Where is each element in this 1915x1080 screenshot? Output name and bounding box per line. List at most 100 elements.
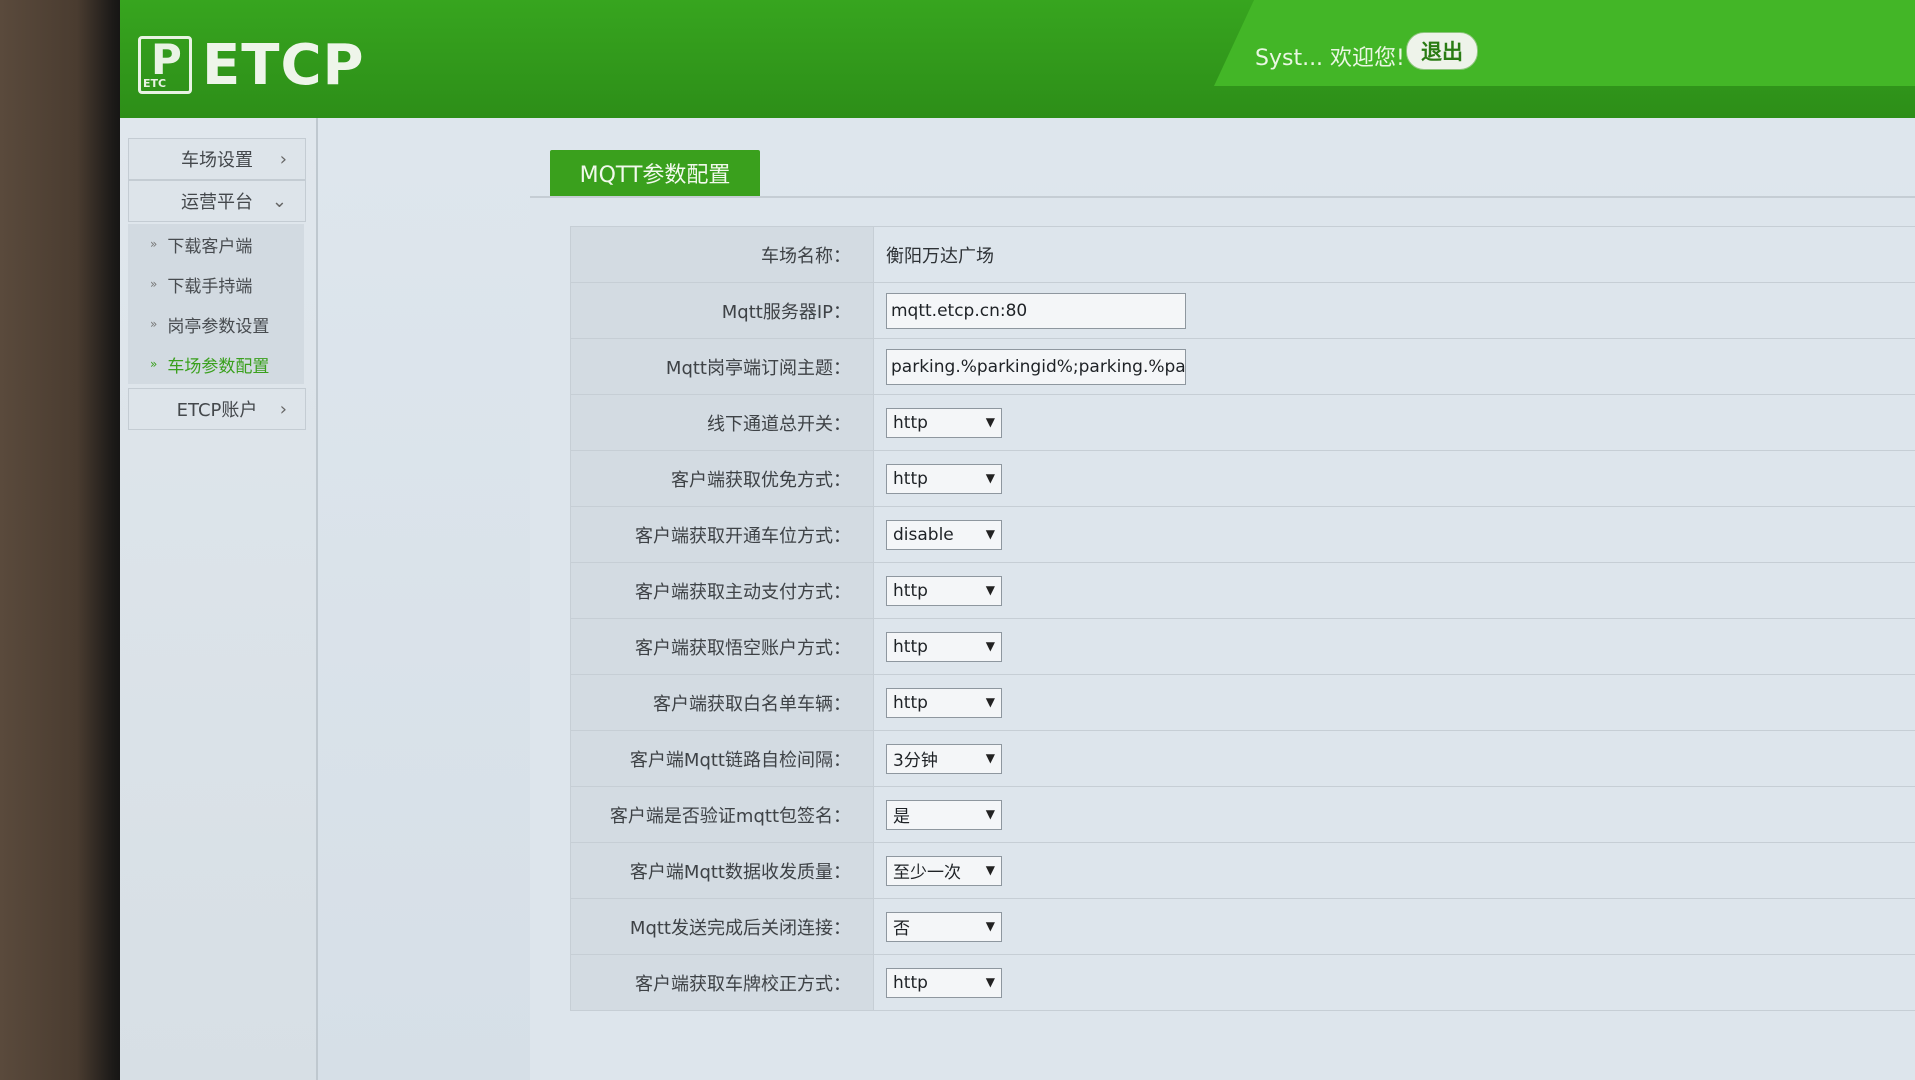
client-wukong-account-mode-label: 客户端获取悟空账户方式： [571, 619, 874, 674]
select-value: http [893, 580, 928, 601]
config-form: 车场名称： 衡阳万达广场 Mqtt服务器IP： mqtt.etcp.cn:80 Mqtt… [570, 226, 1915, 1011]
dropdown-caret-icon: ▼ [985, 470, 995, 485]
config-panel: 车场名称： 衡阳万达广场 Mqtt服务器IP： mqtt.etcp.cn:80 Mqtt… [530, 196, 1915, 1080]
select-value: http [893, 412, 928, 433]
dropdown-caret-icon: ▼ [985, 806, 995, 821]
client-open-space-mode-label: 客户端获取开通车位方式： [571, 507, 874, 562]
dropdown-caret-icon: ▼ [985, 918, 995, 933]
client-plate-correction-mode-value-cell: http ▼ [874, 955, 1915, 1010]
logout-button[interactable]: 退出 [1406, 32, 1478, 70]
monitor-bezel [0, 0, 128, 1080]
client-active-pay-mode-value-cell: http ▼ [874, 563, 1915, 618]
mqtt-close-after-send-value-cell: 否 ▼ [874, 899, 1915, 954]
parking-logo-icon: P ETC [138, 35, 192, 94]
offline-channel-switch-label: 线下通道总开关： [571, 395, 874, 450]
client-plate-correction-mode-label: 客户端获取车牌校正方式： [571, 955, 874, 1010]
dropdown-caret-icon: ▼ [985, 694, 995, 709]
client-verify-mqtt-signature-value-cell: 是 ▼ [874, 787, 1915, 842]
select-value: disable [893, 524, 954, 545]
form-row-client-plate-correction-mode: 客户端获取车牌校正方式： http ▼ [571, 955, 1915, 1010]
client-mqtt-selfcheck-interval-label: 客户端Mqtt链路自检间隔： [571, 731, 874, 786]
client-mqtt-qos-label: 客户端Mqtt数据收发质量： [571, 843, 874, 898]
form-row-mqtt-booth-topic: Mqtt岗亭端订阅主题： parking.%parkingid%;parking.… [571, 339, 1915, 395]
sidebar: 车场设置 › 运营平台 ⌄ » 下载客户端 » 下载手持端 » 岗亭参数设置 »… [120, 118, 318, 1080]
select-value: 否 [893, 919, 910, 939]
dropdown-caret-icon: ▼ [985, 638, 995, 653]
parking-name-text: 衡阳万达广场 [886, 245, 994, 267]
form-row-client-wukong-account-mode: 客户端获取悟空账户方式： http ▼ [571, 619, 1915, 675]
client-discount-mode-value-cell: http ▼ [874, 451, 1915, 506]
parking-name-label: 车场名称： [571, 227, 874, 282]
double-chevron-icon: » [150, 237, 158, 251]
form-row-mqtt-close-after-send: Mqtt发送完成后关闭连接：否 ▼ [571, 899, 1915, 955]
select-value: http [893, 692, 928, 713]
form-row-offline-channel-switch: 线下通道总开关： http ▼ [571, 395, 1915, 451]
select-value: 3分钟 [893, 751, 938, 771]
mqtt-booth-topic-input[interactable]: parking.%parkingid%;parking.%pai [886, 348, 1186, 385]
select-value: http [893, 636, 928, 657]
logo-badge: ETC [143, 77, 167, 90]
logo-text: ETCP [202, 32, 365, 98]
sidebar-item-download-client[interactable]: » 下载客户端 [128, 224, 304, 264]
form-row-client-whitelist-vehicles: 客户端获取白名单车辆： http ▼ [571, 675, 1915, 731]
top-header: P ETC ETCP Syst... 欢迎您! 退出 [120, 0, 1915, 118]
sidebar-group-etcp-account[interactable]: ETCP账户 › [128, 388, 306, 430]
chevron-down-icon: ⌄ [271, 190, 287, 212]
client-open-space-mode-value-cell: disable ▼ [874, 507, 1915, 562]
client-plate-correction-mode-select[interactable]: http ▼ [886, 967, 1002, 998]
client-mqtt-selfcheck-interval-select[interactable]: 3分钟 ▼ [886, 743, 1002, 774]
form-row-client-active-pay-mode: 客户端获取主动支付方式： http ▼ [571, 563, 1915, 619]
dropdown-caret-icon: ▼ [985, 862, 995, 877]
mqtt-server-ip-label: Mqtt服务器IP： [571, 283, 874, 338]
mqtt-close-after-send-select[interactable]: 否 ▼ [886, 911, 1002, 942]
dropdown-caret-icon: ▼ [985, 974, 995, 989]
etcp-logo: P ETC ETCP [138, 32, 365, 98]
dropdown-caret-icon: ▼ [985, 582, 995, 597]
client-whitelist-vehicles-value-cell: http ▼ [874, 675, 1915, 730]
mqtt-booth-topic-value-cell: parking.%parkingid%;parking.%pai [874, 339, 1915, 394]
form-row-mqtt-server-ip: Mqtt服务器IP： mqtt.etcp.cn:80 [571, 283, 1915, 339]
sidebar-group-label: 运营平台 [181, 192, 253, 213]
client-whitelist-vehicles-label: 客户端获取白名单车辆： [571, 675, 874, 730]
form-row-client-open-space-mode: 客户端获取开通车位方式： disable ▼ [571, 507, 1915, 563]
sidebar-group-label: 车场设置 [181, 150, 253, 171]
sidebar-item-download-handheld[interactable]: » 下载手持端 [128, 264, 304, 304]
offline-channel-switch-select[interactable]: http ▼ [886, 407, 1002, 438]
client-active-pay-mode-select[interactable]: http ▼ [886, 575, 1002, 606]
client-mqtt-selfcheck-interval-value-cell: 3分钟 ▼ [874, 731, 1915, 786]
select-value: 是 [893, 807, 910, 827]
client-mqtt-qos-select[interactable]: 至少一次 ▼ [886, 855, 1002, 886]
select-value: http [893, 972, 928, 993]
double-chevron-icon: » [150, 317, 158, 331]
form-row-client-mqtt-qos: 客户端Mqtt数据收发质量： 至少一次 ▼ [571, 843, 1915, 899]
sidebar-item-label: 下载手持端 [167, 276, 253, 297]
form-row-client-discount-mode: 客户端获取优免方式： http ▼ [571, 451, 1915, 507]
mqtt-server-ip-input[interactable]: mqtt.etcp.cn:80 [886, 292, 1186, 329]
double-chevron-icon: » [150, 357, 158, 371]
sidebar-item-booth-params[interactable]: » 岗亭参数设置 [128, 304, 304, 344]
sidebar-item-label: 下载客户端 [167, 236, 253, 257]
client-verify-mqtt-signature-label: 客户端是否验证mqtt包签名： [571, 787, 874, 842]
dropdown-caret-icon: ▼ [985, 526, 995, 541]
client-mqtt-qos-value-cell: 至少一次 ▼ [874, 843, 1915, 898]
client-whitelist-vehicles-select[interactable]: http ▼ [886, 687, 1002, 718]
sidebar-group-parking-settings[interactable]: 车场设置 › [128, 138, 306, 180]
panel-title-tab[interactable]: MQTT参数配置 [550, 150, 760, 196]
select-value: http [893, 468, 928, 489]
sidebar-item-parking-params[interactable]: » 车场参数配置 [128, 344, 304, 384]
sidebar-group-operation-platform[interactable]: 运营平台 ⌄ [128, 180, 306, 222]
offline-channel-switch-value-cell: http ▼ [874, 395, 1915, 450]
client-verify-mqtt-signature-select[interactable]: 是 ▼ [886, 799, 1002, 830]
client-open-space-mode-select[interactable]: disable ▼ [886, 519, 1002, 550]
sidebar-group-label: ETCP账户 [176, 400, 258, 421]
client-wukong-account-mode-select[interactable]: http ▼ [886, 631, 1002, 662]
mqtt-server-ip-value-cell: mqtt.etcp.cn:80 [874, 283, 1915, 338]
chevron-right-icon: › [279, 148, 287, 170]
mqtt-close-after-send-label: Mqtt发送完成后关闭连接： [571, 899, 874, 954]
client-discount-mode-select[interactable]: http ▼ [886, 463, 1002, 494]
form-row-client-mqtt-selfcheck-interval: 客户端Mqtt链路自检间隔： 3分钟 ▼ [571, 731, 1915, 787]
form-row-client-verify-mqtt-signature: 客户端是否验证mqtt包签名：是 ▼ [571, 787, 1915, 843]
parking-name-value-cell: 衡阳万达广场 [874, 227, 1915, 282]
form-row-parking-name: 车场名称： 衡阳万达广场 [571, 227, 1915, 283]
client-active-pay-mode-label: 客户端获取主动支付方式： [571, 563, 874, 618]
